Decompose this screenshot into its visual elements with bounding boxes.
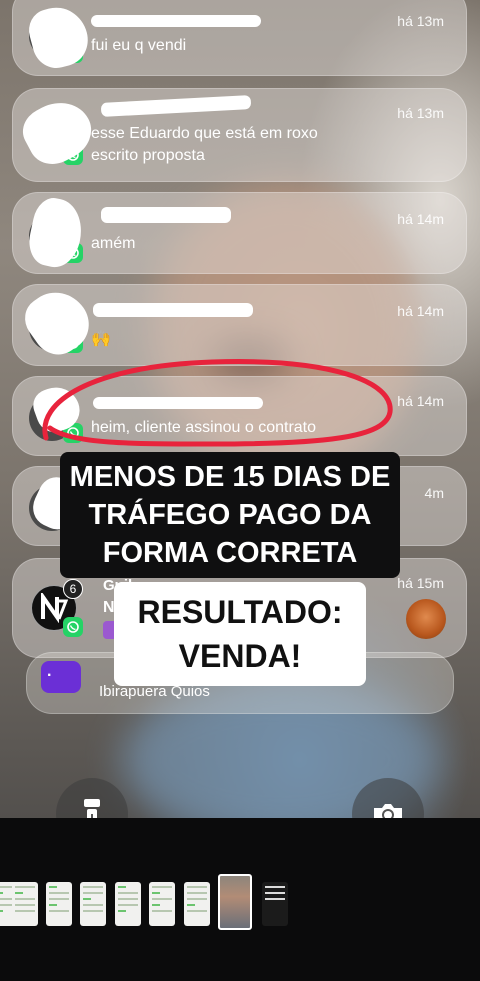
story-thumbnail[interactable] [80, 882, 106, 926]
notification-message: amém [91, 235, 136, 252]
notification-time: há 13m [397, 105, 444, 121]
caption-bottom: RESULTADO: VENDA! [114, 582, 366, 686]
story-thumbnail[interactable] [149, 882, 175, 926]
redaction [91, 15, 261, 27]
caption-top-line-3: FORMA CORRETA [102, 537, 358, 569]
redaction [100, 95, 252, 117]
flashlight-icon [84, 799, 100, 818]
story-thumbnail[interactable] [12, 882, 38, 926]
notification-card[interactable]: há 13m fui eu q vendi [12, 0, 467, 76]
caption-bottom-line-1: RESULTADO: [137, 594, 343, 630]
unread-count-badge: 6 [63, 579, 83, 599]
redaction [15, 90, 101, 174]
notification-time: há 13m [397, 13, 444, 29]
notification-time: há 14m [397, 211, 444, 227]
story-thumbnail[interactable] [262, 882, 288, 926]
highlight-ring [42, 359, 393, 447]
notification-time: há 14m [397, 393, 444, 409]
caption-top-line-1: MENOS DE 15 DIAS DE [69, 461, 391, 493]
notification-message-line-1: esse Eduardo que está em roxo [91, 125, 318, 142]
notification-message: 🙌 [91, 331, 111, 348]
story-thumbnail-tray [0, 818, 480, 981]
notification-time: há 14m [397, 303, 444, 319]
notification-message-line-2: escrito proposta [91, 147, 205, 164]
story-thumbnail[interactable] [46, 882, 72, 926]
notification-card[interactable]: há 13m esse Eduardo que está em roxo esc… [12, 88, 467, 182]
notification-time: 4m [424, 485, 444, 501]
redaction [101, 207, 231, 223]
caption-top: MENOS DE 15 DIAS DE TRÁFEGO PAGO DA FORM… [60, 452, 400, 578]
story-thumbnail[interactable] [184, 882, 210, 926]
caption-top-line-2: TRÁFEGO PAGO DA [88, 499, 372, 531]
camera-icon [374, 804, 402, 818]
notification-card[interactable]: há 14m amém [12, 192, 467, 274]
story-thumbnail[interactable] [115, 882, 141, 926]
flashlight-button[interactable] [56, 778, 128, 818]
redaction [24, 0, 94, 74]
notification-message: fui eu q vendi [91, 37, 187, 54]
redaction [93, 303, 253, 317]
lockscreen: há 13m fui eu q vendi há 13m esse Eduard… [0, 0, 480, 818]
notification-time: há 15m [397, 575, 444, 591]
caption-bottom-line-2: VENDA! [178, 638, 302, 674]
story-thumbnail-current[interactable] [218, 874, 252, 930]
whatsapp-icon [63, 617, 83, 637]
app-icon: · [41, 661, 81, 693]
orangutan-avatar-icon [406, 599, 446, 639]
